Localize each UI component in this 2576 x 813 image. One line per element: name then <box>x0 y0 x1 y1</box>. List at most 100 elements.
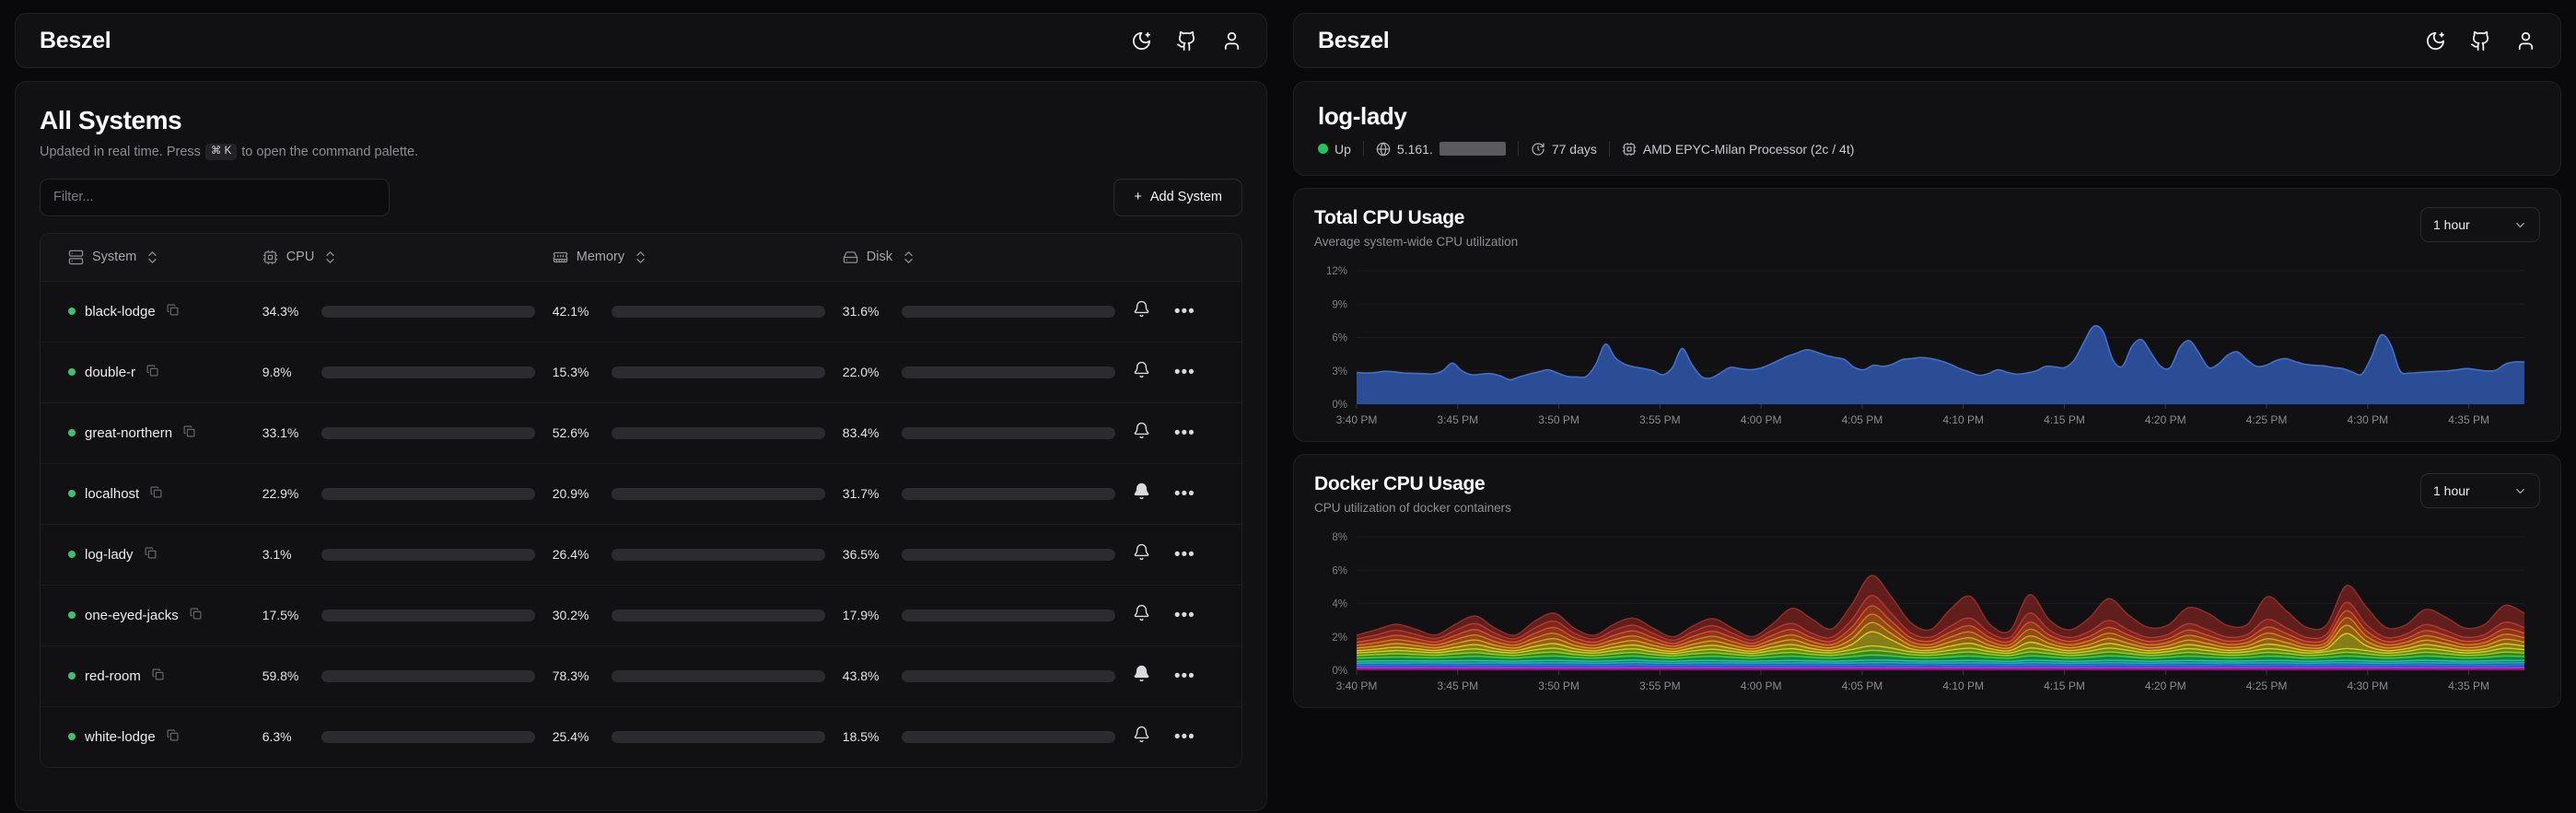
copy-host-button[interactable] <box>181 425 195 441</box>
cell-metric: 22.0% <box>843 365 1133 379</box>
alerts-button[interactable] <box>1133 604 1150 626</box>
time-range-select-docker[interactable]: 1 hour <box>2420 473 2540 508</box>
svg-text:3:45 PM: 3:45 PM <box>1437 679 1478 692</box>
table-row[interactable]: white-lodge 6.3% 25.4% 18.5% ••• <box>41 706 1241 767</box>
metric-bar-track <box>902 610 1115 621</box>
all-systems-card: All Systems Updated in real time. Press … <box>15 81 1267 811</box>
system-name-link[interactable]: double-r <box>85 365 135 380</box>
right-pane: Beszel log-lady Up 5.161. <box>1282 0 2576 813</box>
table-row[interactable]: log-lady 3.1% 26.4% 36.5% ••• <box>41 524 1241 585</box>
metric-bar-track <box>902 488 1115 500</box>
copy-host-button[interactable] <box>145 365 158 380</box>
cell-system[interactable]: localhost <box>44 486 262 502</box>
total-cpu-plot[interactable]: 0%3%6%9%12%3:40 PM3:45 PM3:50 PM3:55 PM4… <box>1314 261 2540 432</box>
cell-system[interactable]: black-lodge <box>44 304 262 319</box>
cell-system[interactable]: log-lady <box>44 547 262 563</box>
row-menu-button[interactable]: ••• <box>1174 550 1195 560</box>
metric-bar-track <box>612 488 825 500</box>
column-header-memory[interactable]: Memory <box>553 250 843 265</box>
row-menu-button[interactable]: ••• <box>1174 489 1195 499</box>
column-header-cpu[interactable]: CPU <box>262 250 553 265</box>
cell-metric: 36.5% <box>843 547 1133 562</box>
table-row[interactable]: localhost 22.9% 20.9% 31.7% ••• <box>41 463 1241 524</box>
alerts-button[interactable] <box>1133 665 1150 687</box>
filter-input[interactable] <box>40 179 390 216</box>
time-range-value: 1 hour <box>2433 483 2470 498</box>
row-menu-button[interactable]: ••• <box>1174 610 1195 621</box>
brand-logo[interactable]: Beszel <box>1318 28 1389 54</box>
cell-metric: 52.6% <box>553 425 843 440</box>
cell-metric: 18.5% <box>843 729 1133 744</box>
row-menu-button[interactable]: ••• <box>1174 732 1195 742</box>
row-menu-button[interactable]: ••• <box>1174 428 1195 438</box>
metric-value: 15.3% <box>553 365 600 379</box>
column-header-disk[interactable]: Disk <box>843 250 1133 265</box>
brand-logo[interactable]: Beszel <box>40 28 111 54</box>
ip-prefix: 5.161. <box>1397 142 1433 157</box>
chart-subtitle: CPU utilization of docker containers <box>1314 501 1511 515</box>
row-menu-button[interactable]: ••• <box>1174 671 1195 681</box>
alerts-button[interactable] <box>1133 482 1150 505</box>
copy-host-button[interactable] <box>188 608 202 623</box>
theme-toggle-icon[interactable] <box>1131 30 1152 52</box>
status-dot <box>68 429 76 436</box>
row-menu-button[interactable]: ••• <box>1174 307 1195 317</box>
add-system-button[interactable]: + Add System <box>1113 179 1242 216</box>
system-name-link[interactable]: black-lodge <box>85 304 156 319</box>
row-menu-button[interactable]: ••• <box>1174 367 1195 377</box>
system-name-link[interactable]: white-lodge <box>85 729 156 745</box>
copy-host-button[interactable] <box>165 729 179 745</box>
system-meta: Up 5.161. 77 days AMD EPYC-Milan Process… <box>1318 141 2536 157</box>
alerts-button[interactable] <box>1133 422 1150 444</box>
system-name-link[interactable]: red-room <box>85 668 141 684</box>
copy-host-button[interactable] <box>150 668 164 684</box>
metric-value: 26.4% <box>553 547 600 562</box>
system-name-link[interactable]: great-northern <box>85 425 172 441</box>
system-name-link[interactable]: log-lady <box>85 547 134 563</box>
table-row[interactable]: black-lodge 34.3% 42.1% 31.6% ••• <box>41 281 1241 342</box>
status-dot <box>68 308 76 315</box>
table-row[interactable]: great-northern 33.1% 52.6% 83.4% ••• <box>41 402 1241 463</box>
docker-cpu-plot[interactable]: 0%2%4%6%8%3:40 PM3:45 PM3:50 PM3:55 PM4:… <box>1314 528 2540 698</box>
copy-host-button[interactable] <box>143 547 157 563</box>
metric-bar-track <box>902 306 1115 318</box>
cell-system[interactable]: white-lodge <box>44 729 262 745</box>
account-icon[interactable] <box>2515 30 2536 52</box>
svg-text:9%: 9% <box>1332 299 1347 310</box>
copy-host-button[interactable] <box>148 486 162 502</box>
alert-bell-icon <box>1133 543 1150 561</box>
copy-host-button[interactable] <box>165 304 179 319</box>
svg-text:3:40 PM: 3:40 PM <box>1336 413 1378 426</box>
alerts-button[interactable] <box>1133 300 1150 322</box>
table-row[interactable]: one-eyed-jacks 17.5% 30.2% 17.9% ••• <box>41 585 1241 645</box>
alerts-button[interactable] <box>1133 361 1150 383</box>
time-range-select-cpu[interactable]: 1 hour <box>2420 207 2540 242</box>
cell-system[interactable]: one-eyed-jacks <box>44 608 262 623</box>
system-name-link[interactable]: localhost <box>85 486 139 502</box>
metric-value: 22.9% <box>262 486 310 501</box>
account-icon[interactable] <box>1221 30 1242 52</box>
metric-bar-track <box>321 488 535 500</box>
theme-toggle-icon[interactable] <box>2425 30 2446 52</box>
copy-icon <box>167 304 179 316</box>
github-icon[interactable] <box>1176 30 1197 52</box>
metric-value: 6.3% <box>262 729 310 744</box>
column-header-system[interactable]: System <box>44 250 262 265</box>
table-row[interactable]: double-r 9.8% 15.3% 22.0% ••• <box>41 342 1241 402</box>
cell-metric: 42.1% <box>553 304 843 319</box>
cell-system[interactable]: red-room <box>44 668 262 684</box>
cell-metric: 33.1% <box>262 425 553 440</box>
system-name-link[interactable]: one-eyed-jacks <box>85 608 179 623</box>
table-row[interactable]: red-room 59.8% 78.3% 43.8% ••• <box>41 645 1241 706</box>
cell-system[interactable]: great-northern <box>44 425 262 441</box>
copy-icon <box>167 729 179 741</box>
status-dot <box>68 733 76 740</box>
github-icon[interactable] <box>2470 30 2491 52</box>
alerts-button[interactable] <box>1133 543 1150 565</box>
cell-system[interactable]: double-r <box>44 365 262 380</box>
svg-text:3:40 PM: 3:40 PM <box>1336 679 1378 692</box>
alerts-button[interactable] <box>1133 726 1150 748</box>
status-dot <box>68 672 76 679</box>
time-range-value: 1 hour <box>2433 217 2470 232</box>
svg-text:4:10 PM: 4:10 PM <box>1942 679 1984 692</box>
